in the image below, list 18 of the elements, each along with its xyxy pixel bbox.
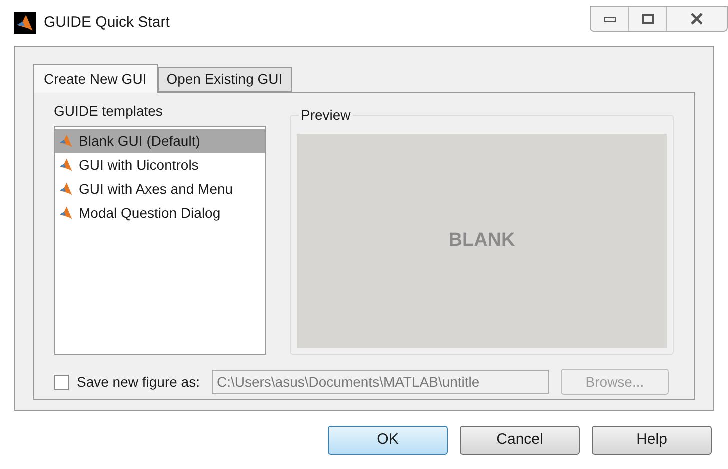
tab[interactable]: Open Existing GUI <box>158 67 292 92</box>
template-item[interactable]: GUI with Axes and Menu <box>55 177 265 201</box>
tab[interactable]: Create New GUI <box>33 64 158 93</box>
matlab-logo-icon <box>59 134 73 148</box>
template-item[interactable]: Blank GUI (Default) <box>55 129 265 153</box>
dialog-button[interactable]: Cancel <box>460 426 580 455</box>
template-item[interactable]: Modal Question Dialog <box>55 201 265 225</box>
matlab-logo-icon <box>59 206 73 220</box>
window-title: GUIDE Quick Start <box>44 12 170 33</box>
dialog-button[interactable]: OK <box>328 426 448 455</box>
close-icon <box>690 13 704 25</box>
matlab-logo-icon <box>59 158 73 172</box>
dialog-button[interactable]: Help <box>592 426 712 455</box>
preview-text: BLANK <box>448 228 516 253</box>
templates-label: GUIDE templates <box>54 102 164 121</box>
template-item[interactable]: GUI with Uicontrols <box>55 153 265 177</box>
save-label: Save new figure as: <box>77 372 200 392</box>
matlab-logo-icon <box>59 182 73 196</box>
